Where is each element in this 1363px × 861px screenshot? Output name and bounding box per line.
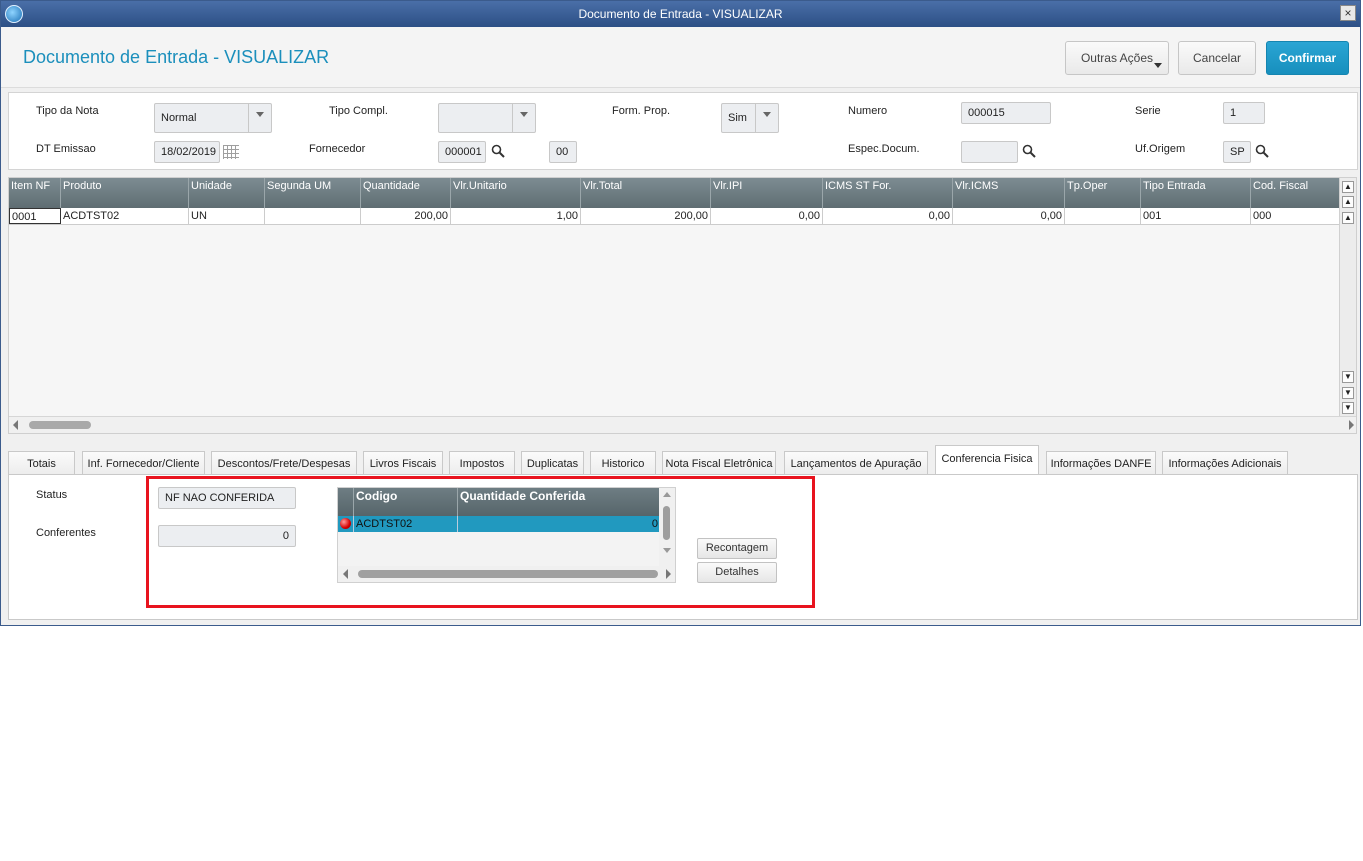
chevron-down-icon	[512, 104, 535, 132]
column-header[interactable]: Segunda UM	[265, 178, 361, 208]
tab-nota-fiscal-eletronica[interactable]: Nota Fiscal Eletrônica	[662, 451, 776, 475]
page-header: Documento de Entrada - VISUALIZAR Outras…	[1, 27, 1360, 88]
dt-emissao-field[interactable]: 18/02/2019	[154, 141, 220, 163]
column-header[interactable]: Vlr.ICMS	[953, 178, 1065, 208]
title-bar: Documento de Entrada - VISUALIZAR ×	[1, 1, 1360, 27]
items-vertical-scrollbar[interactable]: ▲ ▲ ▲ ▼ ▼ ▼	[1339, 178, 1356, 418]
header-form: Tipo da Nota Normal Tipo Compl. Form. Pr…	[8, 92, 1358, 170]
table-row[interactable]: 0001 ACDTST02 UN 200,00 1,00 200,00 0,00…	[9, 208, 1341, 225]
scroll-right-icon[interactable]	[1349, 420, 1354, 430]
app-icon	[5, 5, 23, 23]
column-header[interactable]: Tipo Entrada	[1141, 178, 1251, 208]
fornecedor-field[interactable]: 000001	[438, 141, 486, 163]
table-cell[interactable]: 1,00	[451, 208, 581, 224]
table-cell[interactable]: 001	[1141, 208, 1251, 224]
page-title: Documento de Entrada - VISUALIZAR	[23, 47, 330, 67]
close-icon[interactable]: ×	[1340, 5, 1356, 21]
items-grid: Item NF Produto Unidade Segunda UM Quant…	[8, 177, 1357, 434]
espec-docum-label: Espec.Docum.	[848, 143, 920, 155]
numero-field[interactable]: 000015	[961, 102, 1051, 124]
search-icon[interactable]	[491, 144, 505, 158]
form-prop-value: Sim	[728, 112, 747, 124]
tab-duplicatas[interactable]: Duplicatas	[521, 451, 584, 475]
search-icon[interactable]	[1255, 144, 1269, 158]
scroll-top-icon[interactable]: ▲	[1342, 181, 1354, 193]
tipo-nota-label: Tipo da Nota	[36, 105, 99, 117]
chevron-down-icon	[248, 104, 271, 132]
items-horizontal-scrollbar[interactable]	[9, 416, 1356, 433]
form-prop-select[interactable]: Sim	[721, 103, 779, 133]
cancel-button[interactable]: Cancelar	[1178, 41, 1256, 75]
column-header[interactable]: Produto	[61, 178, 189, 208]
table-cell[interactable]	[265, 208, 361, 224]
table-cell[interactable]: 0,00	[823, 208, 953, 224]
column-header[interactable]: Vlr.IPI	[711, 178, 823, 208]
scroll-page-down-icon[interactable]: ▼	[1342, 387, 1354, 399]
table-cell[interactable]	[1065, 208, 1141, 224]
items-grid-header: Item NF Produto Unidade Segunda UM Quant…	[9, 178, 1341, 208]
tipo-compl-select[interactable]	[438, 103, 536, 133]
tab-impostos[interactable]: Impostos	[449, 451, 515, 475]
tab-livros-fiscais[interactable]: Livros Fiscais	[363, 451, 443, 475]
column-header[interactable]: Cod. Fiscal	[1251, 178, 1341, 208]
conferentes-label: Conferentes	[36, 527, 96, 539]
form-prop-label: Form. Prop.	[612, 105, 671, 117]
table-cell[interactable]: 0,00	[711, 208, 823, 224]
tab-informacoes-danfe[interactable]: Informações DANFE	[1046, 451, 1156, 475]
table-cell[interactable]: ACDTST02	[61, 208, 189, 224]
table-cell[interactable]: 000	[1251, 208, 1341, 224]
espec-docum-field[interactable]	[961, 141, 1018, 163]
tab-totais[interactable]: Totais	[8, 451, 75, 475]
chevron-down-icon	[1154, 63, 1162, 68]
highlight-box	[146, 476, 815, 608]
tipo-compl-label: Tipo Compl.	[329, 105, 388, 117]
tab-inf-fornecedor[interactable]: Inf. Fornecedor/Cliente	[82, 451, 205, 475]
serie-label: Serie	[1135, 105, 1161, 117]
tab-conferencia-fisica[interactable]: Conferencia Fisica	[935, 445, 1039, 476]
chevron-down-icon	[755, 104, 778, 132]
tab-informacoes-adicionais[interactable]: Informações Adicionais	[1162, 451, 1288, 475]
serie-field[interactable]: 1	[1223, 102, 1265, 124]
table-cell[interactable]: 200,00	[581, 208, 711, 224]
column-header[interactable]: Vlr.Total	[581, 178, 711, 208]
tipo-nota-select[interactable]: Normal	[154, 103, 272, 133]
calendar-icon[interactable]	[223, 145, 239, 159]
scroll-down-icon[interactable]: ▼	[1342, 371, 1354, 383]
scroll-thumb[interactable]	[29, 421, 91, 429]
fornecedor-loja-field[interactable]: 00	[549, 141, 577, 163]
scroll-left-icon[interactable]	[13, 420, 18, 430]
column-header[interactable]: Tp.Oper	[1065, 178, 1141, 208]
uf-origem-field[interactable]: SP	[1223, 141, 1251, 163]
window-title: Documento de Entrada - VISUALIZAR	[578, 7, 783, 21]
uf-origem-label: Uf.Origem	[1135, 143, 1186, 155]
column-header[interactable]: Vlr.Unitario	[451, 178, 581, 208]
tab-lancamentos-apuracao[interactable]: Lançamentos de Apuração	[784, 451, 928, 475]
table-cell[interactable]: 0001	[9, 208, 61, 224]
other-actions-button[interactable]: Outras Ações	[1065, 41, 1169, 75]
column-header[interactable]: Item NF	[9, 178, 61, 208]
scroll-page-up-icon[interactable]: ▲	[1342, 196, 1354, 208]
numero-label: Numero	[848, 105, 888, 117]
scroll-up-icon[interactable]: ▲	[1342, 212, 1354, 224]
table-cell[interactable]: 200,00	[361, 208, 451, 224]
status-label: Status	[36, 489, 68, 501]
table-cell[interactable]: 0,00	[953, 208, 1065, 224]
tab-descontos[interactable]: Descontos/Frete/Despesas	[211, 451, 357, 475]
confirm-button[interactable]: Confirmar	[1266, 41, 1349, 75]
tab-historico[interactable]: Historico	[590, 451, 656, 475]
folder-tabs: Totais Inf. Fornecedor/Cliente Descontos…	[8, 445, 1358, 476]
column-header[interactable]: Quantidade	[361, 178, 451, 208]
dt-emissao-label: DT Emissao	[36, 143, 96, 155]
tipo-nota-value: Normal	[161, 112, 197, 124]
table-cell[interactable]: UN	[189, 208, 265, 224]
search-icon[interactable]	[1022, 144, 1036, 158]
scroll-bottom-icon[interactable]: ▼	[1342, 402, 1354, 414]
fornecedor-label: Fornecedor	[309, 143, 366, 155]
other-actions-label: Outras Ações	[1080, 51, 1154, 65]
column-header[interactable]: Unidade	[189, 178, 265, 208]
column-header[interactable]: ICMS ST For.	[823, 178, 953, 208]
